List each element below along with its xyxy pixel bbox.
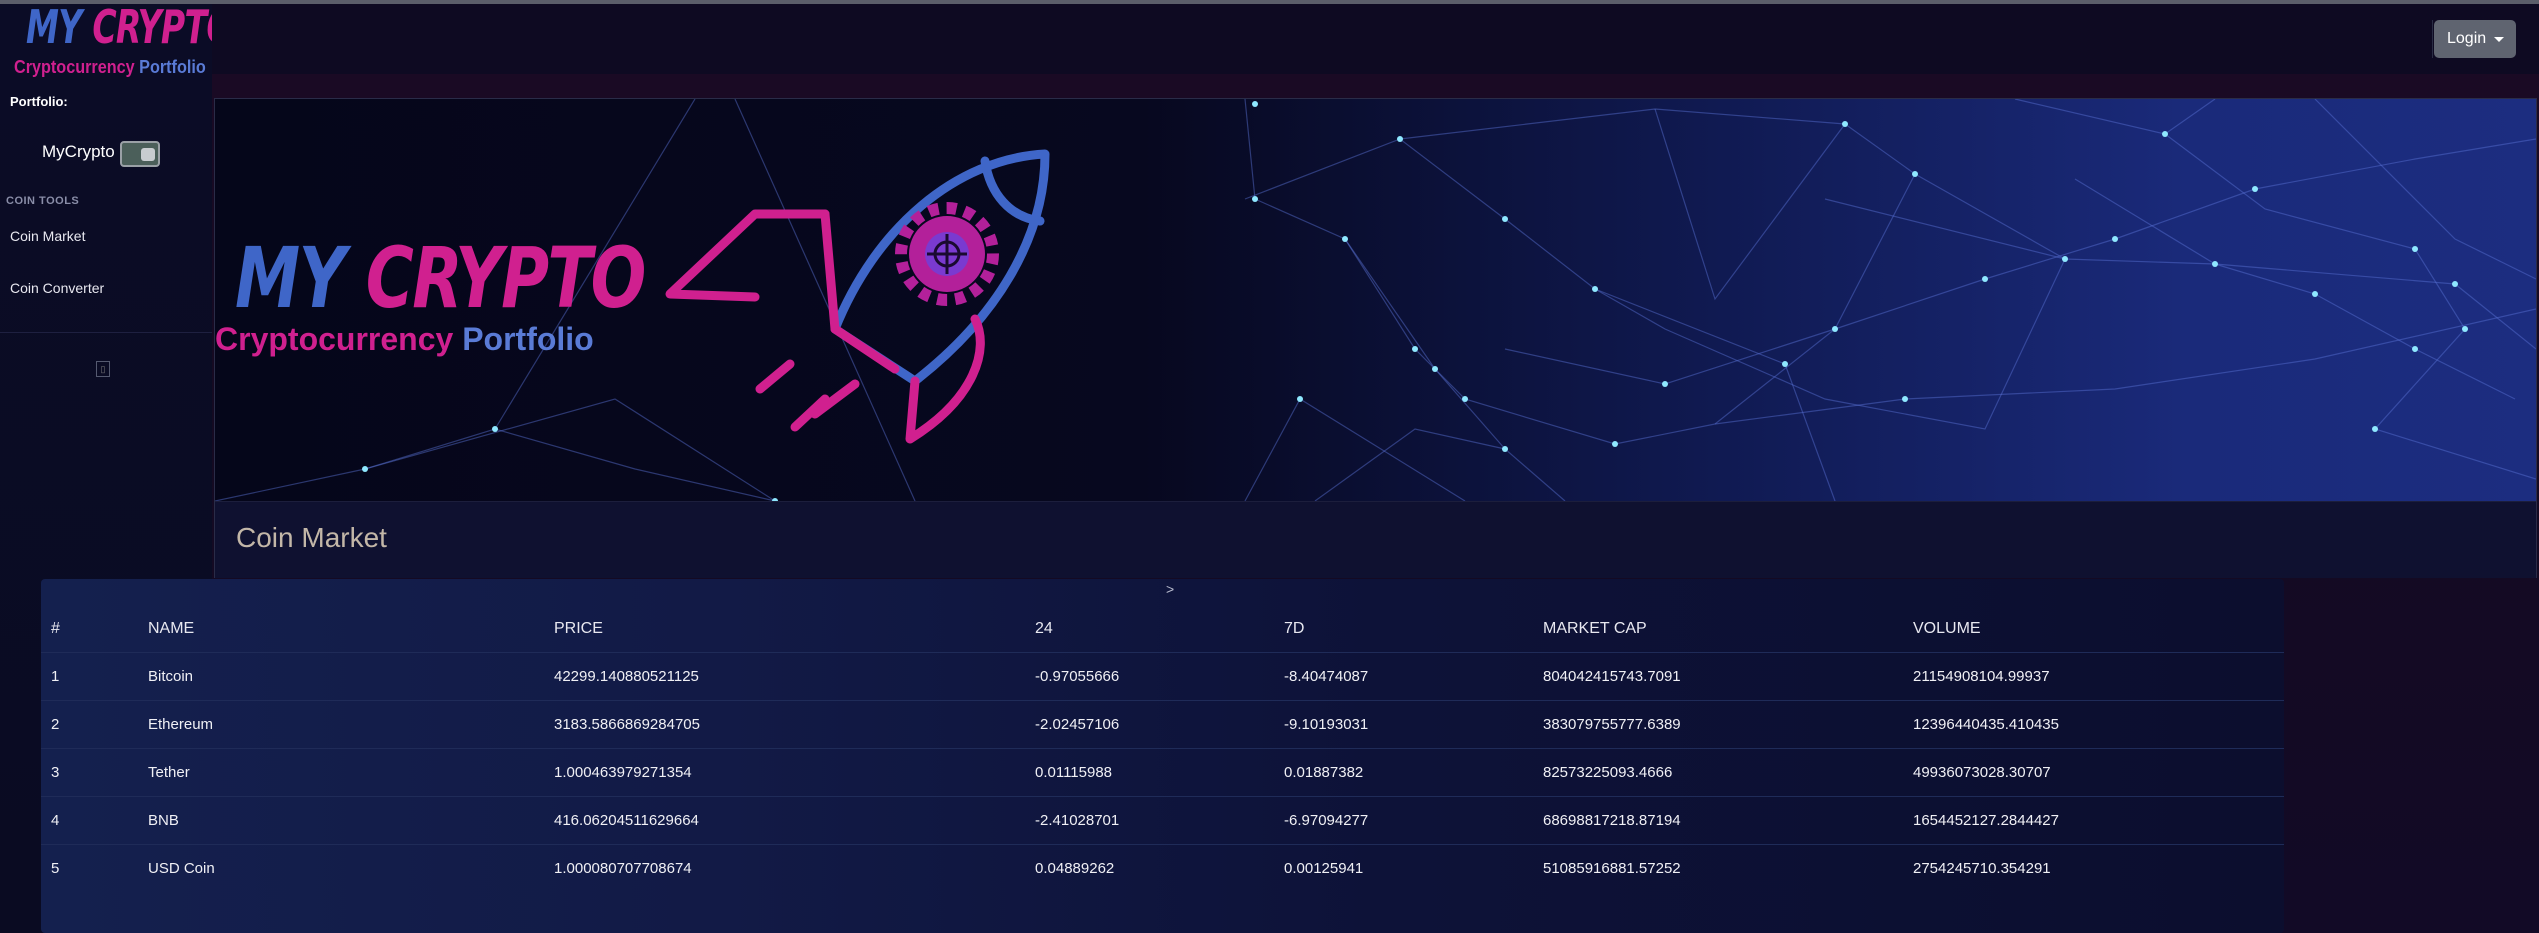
cell-rank: 4 [41, 796, 148, 845]
cell-market-cap: 82573225093.4666 [1543, 748, 1913, 797]
col-rank[interactable]: # [41, 605, 148, 653]
page-title-bar: Coin Market [215, 501, 2536, 578]
toggle-knob [141, 148, 155, 161]
cell-market-cap: 383079755777.6389 [1543, 700, 1913, 749]
sidebar-toggle-button[interactable]: ▯ [96, 361, 110, 377]
cell-7d: 0.01887382 [1284, 748, 1543, 797]
table-row[interactable]: 5 USD Coin 1.000080707708674 0.04889262 … [41, 844, 2284, 892]
table-row[interactable]: 3 Tether 1.000463979271354 0.01115988 0.… [41, 748, 2284, 797]
portfolio-toggle[interactable] [120, 141, 160, 167]
col-7d[interactable]: 7D [1284, 605, 1543, 653]
col-price[interactable]: PRICE [554, 605, 1035, 653]
login-label: Login [2447, 30, 2487, 47]
sidebar-item-coin-market[interactable]: Coin Market [10, 228, 85, 244]
gear-icon [895, 202, 999, 306]
logo-title: MY CRYPTO [26, 0, 234, 54]
cell-24h: -2.41028701 [1035, 796, 1284, 845]
col-name[interactable]: NAME [148, 605, 554, 653]
cell-price: 416.06204511629664 [554, 796, 1035, 845]
app-logo[interactable]: MY CRYPTO Cryptocurrency Portfolio [10, 0, 234, 82]
navbar-divider [2432, 20, 2433, 58]
coin-market-table-container: > # NAME PRICE 24 7D MARKET CAP VOLUME 1… [41, 579, 2284, 933]
table-row[interactable]: 1 Bitcoin 42299.140880521125 -0.97055666… [41, 652, 2284, 701]
sidebar-item-coin-converter[interactable]: Coin Converter [10, 280, 104, 296]
cell-price: 1.000463979271354 [554, 748, 1035, 797]
cell-volume: 2754245710.354291 [1913, 844, 2284, 892]
cell-name: Tether [148, 748, 554, 797]
cell-volume: 49936073028.30707 [1913, 748, 2284, 797]
table-row[interactable]: 2 Ethereum 3183.5866869284705 -2.0245710… [41, 700, 2284, 749]
cell-24h: -0.97055666 [1035, 652, 1284, 701]
top-navbar [212, 4, 2539, 74]
coin-market-table: # NAME PRICE 24 7D MARKET CAP VOLUME 1 B… [41, 605, 2284, 892]
cell-name: Bitcoin [148, 652, 554, 701]
cell-volume: 12396440435.410435 [1913, 700, 2284, 749]
coin-tools-heading: COIN TOOLS [6, 195, 80, 207]
col-24h[interactable]: 24 [1035, 605, 1284, 653]
logo-subtitle: Cryptocurrency Portfolio [14, 57, 206, 77]
cell-24h: 0.01115988 [1035, 748, 1284, 797]
page-title: Coin Market [236, 522, 387, 553]
cell-rank: 3 [41, 748, 148, 797]
cell-7d: -8.40474087 [1284, 652, 1543, 701]
table-header-row: # NAME PRICE 24 7D MARKET CAP VOLUME [41, 605, 2284, 653]
banner-title: MY CRYPTO [235, 229, 646, 327]
cell-7d: -6.97094277 [1284, 796, 1543, 845]
portfolio-label: Portfolio: [10, 94, 68, 109]
sidebar-divider [0, 332, 212, 333]
col-market-cap[interactable]: MARKET CAP [1543, 605, 1913, 653]
cell-volume: 21154908104.99937 [1913, 652, 2284, 701]
cell-market-cap: 68698817218.87194 [1543, 796, 1913, 845]
cell-name: BNB [148, 796, 554, 845]
cell-price: 1.000080707708674 [554, 844, 1035, 892]
cell-24h: 0.04889262 [1035, 844, 1284, 892]
login-dropdown-button[interactable]: Login [2434, 20, 2516, 58]
hero-banner: MY CRYPTO Cryptocurrency Portfolio [215, 99, 2536, 501]
cell-7d: -9.10193031 [1284, 700, 1543, 749]
cell-name: Ethereum [148, 700, 554, 749]
caret-down-icon [2494, 37, 2504, 42]
cell-rank: 5 [41, 844, 148, 892]
cell-market-cap: 51085916881.57252 [1543, 844, 1913, 892]
cell-rank: 1 [41, 652, 148, 701]
cell-volume: 1654452127.2844427 [1913, 796, 2284, 845]
cell-24h: -2.02457106 [1035, 700, 1284, 749]
header-card: MY CRYPTO Cryptocurrency Portfolio Coin … [214, 98, 2537, 578]
cell-7d: 0.00125941 [1284, 844, 1543, 892]
table-row[interactable]: 4 BNB 416.06204511629664 -2.41028701 -6.… [41, 796, 2284, 845]
banner-subtitle: Cryptocurrency Portfolio [215, 321, 594, 357]
scroll-right-indicator[interactable]: > [1166, 581, 1174, 597]
cell-market-cap: 804042415743.7091 [1543, 652, 1913, 701]
cell-rank: 2 [41, 700, 148, 749]
col-volume[interactable]: VOLUME [1913, 605, 2284, 653]
cell-price: 3183.5866869284705 [554, 700, 1035, 749]
cell-price: 42299.140880521125 [554, 652, 1035, 701]
cell-name: USD Coin [148, 844, 554, 892]
portfolio-name: MyCrypto [42, 142, 115, 161]
